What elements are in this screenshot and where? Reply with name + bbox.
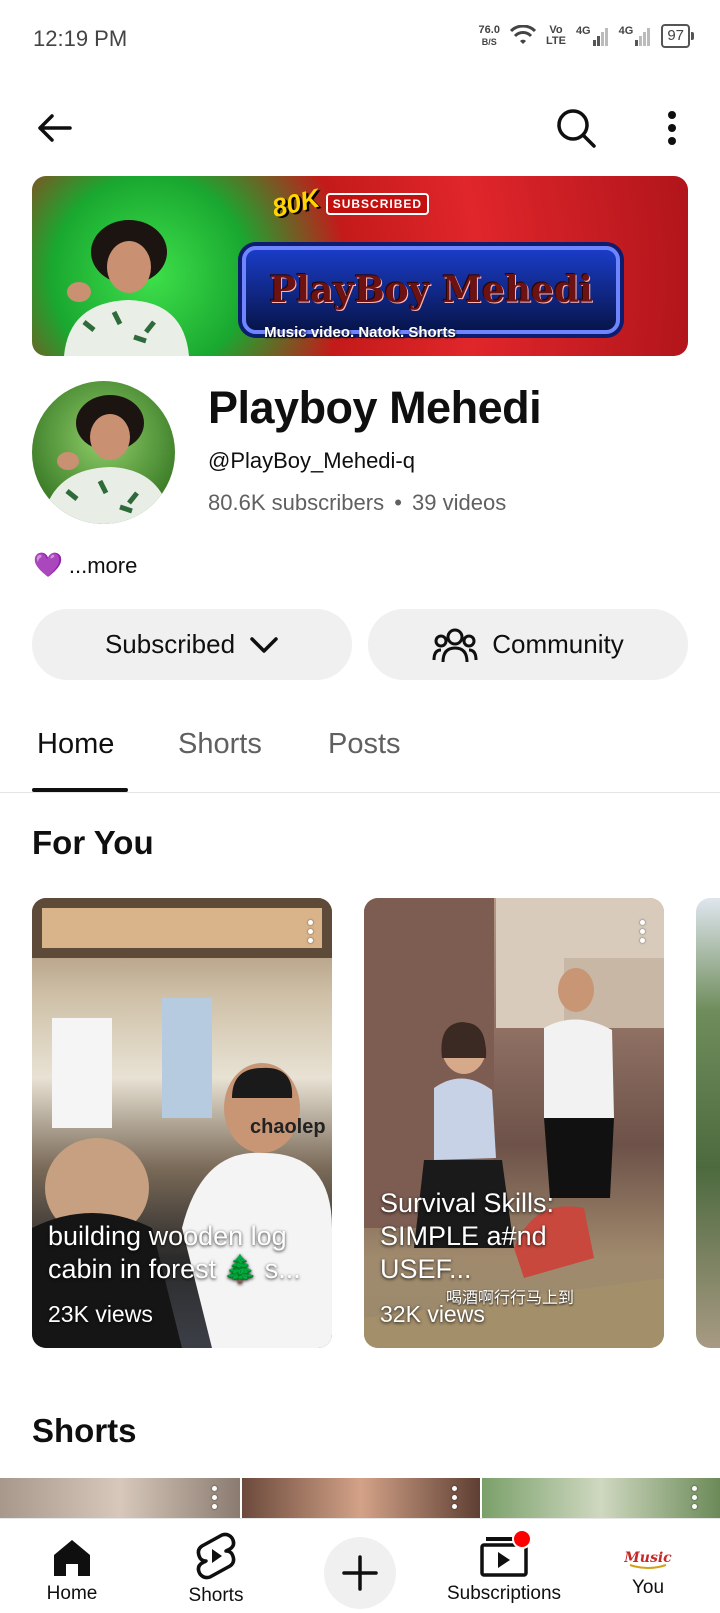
video-options-button[interactable] [640, 920, 646, 947]
video-title: building wooden log cabin in forest 🌲 s.… [48, 1221, 301, 1284]
volte-indicator: Vo LTE [546, 25, 566, 47]
nav-home[interactable]: Home [2, 1519, 142, 1613]
short-options-button[interactable] [452, 1486, 458, 1513]
video-count: 39 videos [412, 490, 507, 515]
video-card[interactable]: Survival Skills: SIMPLE a#nd USEF... 喝酒啊… [364, 898, 664, 1348]
video-options-button[interactable] [308, 920, 314, 947]
status-time: 12:19 PM [33, 26, 128, 51]
network-speed: 76.0 B/S [479, 24, 500, 48]
volte-bottom: LTE [545, 35, 566, 47]
channel-handle: @PlayBoy_Mehedi-q [208, 448, 415, 473]
community-icon [432, 628, 478, 662]
more-options-button[interactable] [648, 104, 696, 152]
shorts-icon [196, 1532, 236, 1580]
active-tab-indicator [32, 788, 128, 792]
nav-shorts-label: Shorts [188, 1585, 244, 1606]
more-vert-icon [668, 111, 676, 145]
video-views: 23K views [48, 1301, 153, 1327]
banner-badge-label: SUBSCRIBED [325, 192, 430, 215]
shirt-text: chaolep [250, 1116, 326, 1138]
channel-name: Playboy Mehedi [208, 382, 542, 433]
channel-banner: 80K SUBSCRIBED PlayBoy Mehedi Music vide… [32, 176, 688, 356]
short-options-button[interactable] [692, 1486, 698, 1513]
svg-text:Music: Music [624, 1550, 672, 1566]
arrow-left-icon [38, 114, 72, 142]
short-thumbnail[interactable] [482, 1478, 720, 1518]
channel-description[interactable]: 💜 ...more [33, 551, 137, 580]
banner-title: PlayBoy Mehedi [269, 269, 593, 311]
banner-name-plate: PlayBoy Mehedi [242, 246, 620, 334]
signal-sim1: 4G [576, 26, 609, 46]
status-bar: 12:19 PM 76.0 B/S Vo LTE 4G 4G 97 [0, 0, 720, 80]
purple-heart-emoji: 💜 [33, 552, 63, 579]
nav-you[interactable]: Music You [578, 1519, 718, 1613]
battery-icon: 97 [661, 24, 694, 48]
community-label: Community [492, 629, 624, 659]
nav-home-label: Home [46, 1583, 98, 1604]
create-button[interactable] [324, 1537, 396, 1609]
short-thumbnail[interactable] [242, 1478, 480, 1518]
banner-subscribed-badge: 80K SUBSCRIBED [269, 183, 430, 223]
tab-posts[interactable]: Posts [328, 728, 401, 761]
meta-separator: • [394, 490, 402, 515]
notification-dot [512, 1529, 532, 1549]
community-button[interactable]: Community [368, 609, 688, 680]
profile-avatar-icon: Music [624, 1539, 672, 1573]
nav-you-label: You [631, 1577, 665, 1598]
video-card[interactable]: chaolep building wooden log cabin in for… [32, 898, 332, 1348]
subscribed-label: Subscribed [104, 629, 236, 659]
channel-tabs: Home Shorts Posts [0, 700, 720, 793]
create-plus-icon [342, 1555, 378, 1591]
signal-sim2: 4G [619, 26, 652, 46]
wifi-icon [509, 25, 536, 44]
signal-bars-icon [635, 28, 651, 46]
subscribed-button[interactable]: Subscribed [32, 609, 352, 680]
network-speed-value: 76.0 [478, 24, 500, 36]
search-icon [557, 109, 596, 148]
video-title: Survival Skills: SIMPLE a#nd USEF... [380, 1188, 555, 1284]
home-icon [54, 1540, 90, 1576]
avatar-person-image [42, 395, 172, 524]
sim2-type: 4G [618, 25, 634, 37]
nav-subscriptions-label: Subscriptions [446, 1583, 562, 1604]
channel-meta: 80.6K subscribers • 39 videos [208, 490, 506, 516]
video-views: 32K views [380, 1301, 485, 1327]
video-card-partial[interactable] [696, 898, 720, 1348]
banner-tagline: Music video. Natok. Shorts [264, 324, 456, 341]
sim1-type: 4G [575, 25, 591, 37]
nav-subscriptions[interactable]: Subscriptions [434, 1519, 574, 1613]
banner-badge-count: 80K [268, 182, 323, 224]
subscriber-count: 80.6K subscribers [208, 490, 385, 515]
shorts-heading: Shorts [32, 1412, 137, 1449]
bottom-navigation: Home Shorts Subscriptions Music You [0, 1518, 720, 1613]
nav-shorts[interactable]: Shorts [146, 1519, 286, 1613]
channel-avatar[interactable] [32, 381, 175, 524]
tab-shorts[interactable]: Shorts [178, 728, 262, 761]
more-link[interactable]: ...more [69, 553, 137, 579]
short-options-button[interactable] [212, 1486, 218, 1513]
short-thumbnail[interactable] [0, 1478, 240, 1518]
tab-home[interactable]: Home [37, 728, 114, 761]
back-button[interactable] [30, 104, 78, 152]
network-speed-unit: B/S [481, 37, 497, 47]
search-button[interactable] [552, 104, 600, 152]
status-indicators: 76.0 B/S Vo LTE 4G 4G 97 [479, 24, 694, 48]
for-you-heading: For You [32, 824, 154, 861]
chevron-down-icon [250, 636, 278, 653]
subscriptions-icon-wrap [480, 1529, 532, 1579]
signal-bars-icon [592, 28, 608, 46]
